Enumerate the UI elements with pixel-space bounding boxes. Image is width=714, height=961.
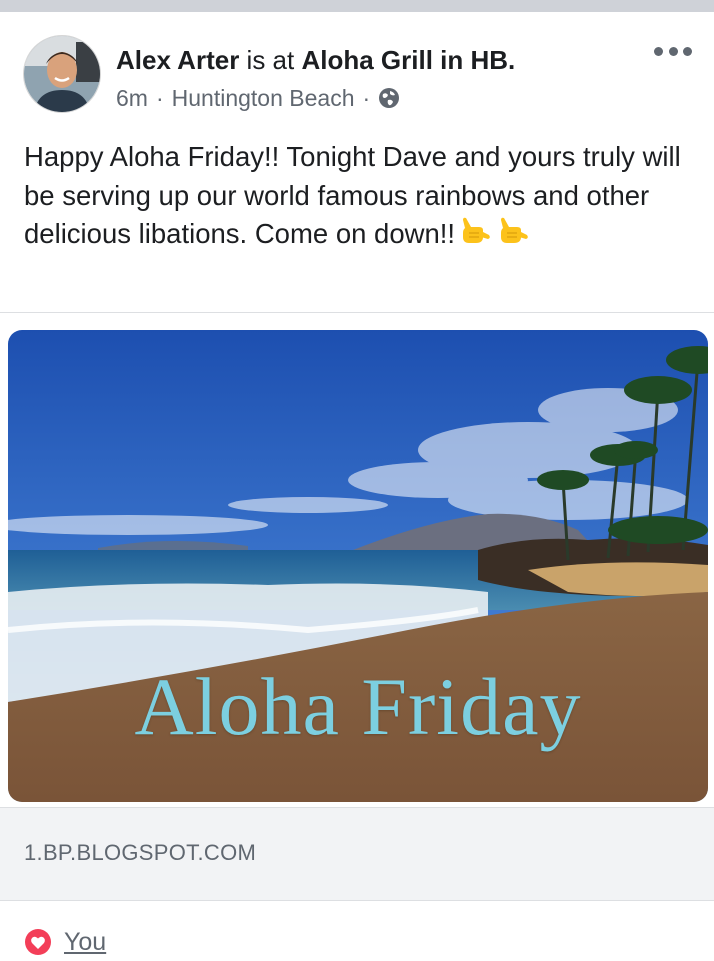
post-location[interactable]: Huntington Beach xyxy=(172,84,355,112)
more-dot-icon xyxy=(654,46,663,56)
call-me-hand-icon xyxy=(497,215,531,249)
link-preview-image[interactable]: Aloha Friday xyxy=(8,330,708,802)
post-body: Happy Aloha Friday!! Tonight Dave and yo… xyxy=(24,141,681,249)
more-dot-icon xyxy=(683,46,692,56)
top-separator xyxy=(0,0,714,12)
avatar[interactable] xyxy=(23,35,101,113)
link-domain: 1.BP.BLOGSPOT.COM xyxy=(24,840,257,865)
post-meta: 6m · Huntington Beach · xyxy=(116,84,400,112)
link-preview-footer[interactable]: 1.BP.BLOGSPOT.COM xyxy=(0,807,714,901)
author-name[interactable]: Alex Arter xyxy=(116,45,239,75)
check-in-connector: is at xyxy=(246,45,295,75)
divider xyxy=(0,312,714,313)
post-card: Alex Arter is at Aloha Grill in HB. 6m ·… xyxy=(0,12,714,960)
post-time[interactable]: 6m xyxy=(116,84,148,112)
reaction-names[interactable]: You xyxy=(64,927,106,957)
post-text: Happy Aloha Friday!! Tonight Dave and yo… xyxy=(24,138,694,254)
heart-icon xyxy=(24,928,52,956)
more-dot-icon xyxy=(668,46,678,56)
link-image-title: Aloha Friday xyxy=(134,661,582,752)
globe-icon xyxy=(378,87,400,109)
meta-separator: · xyxy=(362,85,371,111)
post-header: Alex Arter is at Aloha Grill in HB. xyxy=(116,44,515,76)
call-me-hand-icon xyxy=(459,215,493,249)
meta-separator: · xyxy=(155,85,164,111)
more-options-button[interactable] xyxy=(654,40,692,62)
place-name[interactable]: Aloha Grill in HB. xyxy=(301,45,515,75)
reactions-bar[interactable]: You xyxy=(24,927,106,957)
